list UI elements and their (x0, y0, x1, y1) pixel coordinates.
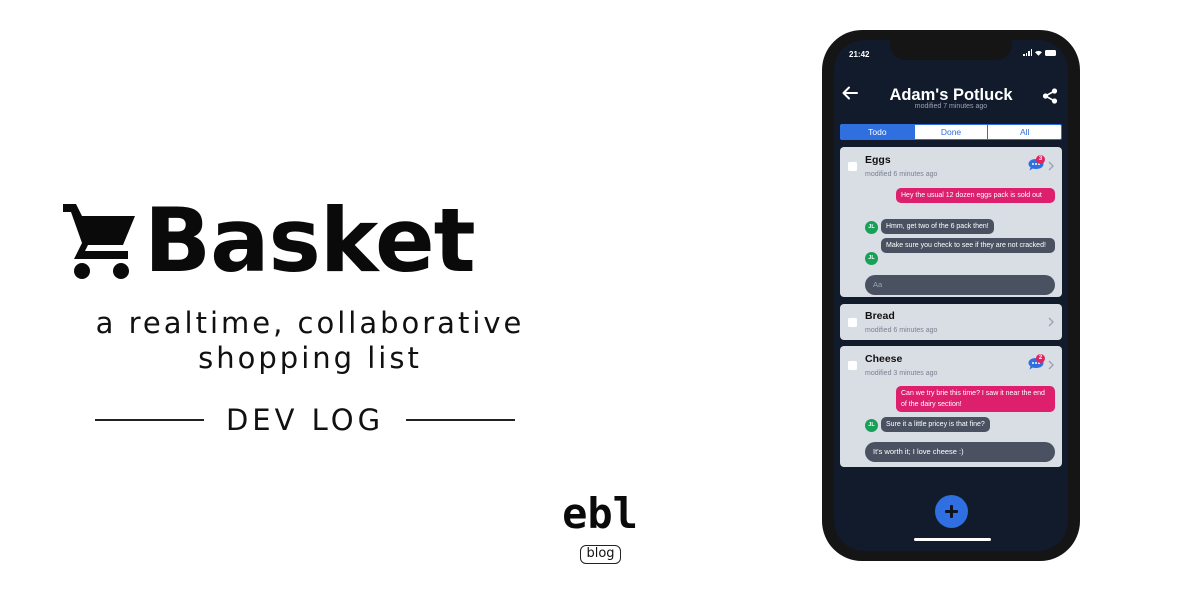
battery-icon (1045, 49, 1056, 56)
status-time: 21:42 (849, 50, 870, 59)
message-bubble: Make sure you check to see if they are n… (881, 238, 1055, 253)
phone-notch (890, 40, 1012, 60)
signal-icon (1023, 49, 1032, 56)
chevron-right-icon[interactable] (1047, 160, 1055, 172)
item-checkbox[interactable] (848, 162, 857, 171)
list-modified: modified 7 minutes ago (914, 103, 988, 110)
item-modified: modified 6 minutes ago (865, 327, 938, 334)
comment-count-badge: 3 (1036, 155, 1045, 164)
divider-left (95, 419, 204, 421)
item-checkbox[interactable] (848, 318, 857, 327)
share-icon[interactable] (1042, 88, 1058, 104)
item-checkbox[interactable] (848, 361, 857, 370)
avatar: JL (865, 419, 878, 432)
tab-all[interactable]: All (987, 125, 1061, 139)
list-title: Adam's Potluck (889, 86, 1013, 104)
item-name: Cheese (865, 353, 903, 365)
wifi-icon (1035, 50, 1042, 56)
tab-done[interactable]: Done (913, 125, 988, 139)
phone-screen: 21:42 Adam's Potluck modified 7 minutes … (834, 40, 1068, 551)
chevron-right-icon[interactable] (1047, 316, 1055, 328)
brand-title: Basket (144, 189, 476, 292)
list-item-cheese[interactable]: Cheese modified 3 minutes ago 2 Can we t… (840, 346, 1062, 467)
message-input[interactable]: Aa (865, 275, 1055, 295)
comment-count-badge: 2 (1036, 354, 1045, 363)
phone-mockup: 21:42 Adam's Potluck modified 7 minutes … (822, 30, 1080, 561)
tagline-line-1: a realtime, collaborative (95, 306, 525, 340)
shopping-cart-icon (63, 204, 135, 279)
chevron-right-icon[interactable] (1047, 359, 1055, 371)
blog-badge: blog (580, 545, 621, 564)
filter-tabs: Todo Done All (840, 124, 1062, 140)
item-name: Bread (865, 310, 895, 322)
message-bubble: Sure it a little pricey is that fine? (881, 417, 990, 432)
tab-todo[interactable]: Todo (841, 125, 914, 139)
message-input[interactable]: It's worth it; I love cheese :) (865, 442, 1055, 462)
status-icons (1023, 49, 1056, 56)
dev-log-heading: DEV LOG (95, 402, 516, 438)
brand-logo: Basket (62, 189, 476, 292)
item-modified: modified 3 minutes ago (865, 370, 938, 377)
message-bubble: Hey the usual 12 dozen eggs pack is sold… (896, 188, 1055, 203)
home-indicator (914, 538, 991, 541)
message-bubble: Hmm, get two of the 6 pack then! (881, 219, 994, 234)
divider-right (406, 419, 516, 421)
avatar: JL (865, 221, 878, 234)
avatar: JL (865, 252, 878, 265)
ebl-logo: ebl (562, 489, 638, 538)
list-item-bread[interactable]: Bread modified 6 minutes ago (840, 304, 1062, 340)
tagline-line-2: shopping list (198, 341, 422, 375)
item-modified: modified 6 minutes ago (865, 171, 938, 178)
item-name: Eggs (865, 154, 891, 166)
back-arrow-icon[interactable] (842, 86, 858, 100)
list-item-eggs[interactable]: Eggs modified 6 minutes ago 3 Hey the us… (840, 147, 1062, 297)
message-bubble: Can we try brie this time? I saw it near… (896, 386, 1055, 412)
add-item-button[interactable] (935, 495, 968, 528)
dev-log-label: DEV LOG (225, 403, 385, 437)
